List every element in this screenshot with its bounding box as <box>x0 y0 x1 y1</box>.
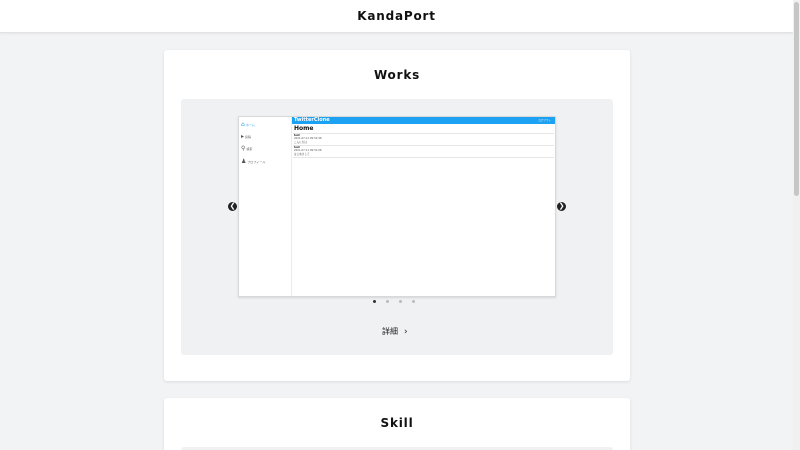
detail-label: 詳細 <box>382 327 398 336</box>
carousel-dots <box>373 300 415 303</box>
slide-post: test 2021-07-11 09:51:08 はじめまして <box>293 145 554 156</box>
slide-divider <box>293 157 554 158</box>
works-section: Works ❮ ⌂ ホーム ▸ 投稿 ⚲ 検索 ♟ プロフィール Twitter… <box>164 50 630 381</box>
chevron-right-icon[interactable]: ❯ <box>557 202 566 211</box>
home-icon: ⌂ <box>241 121 245 128</box>
carousel-dot[interactable] <box>412 300 415 303</box>
search-icon: ⚲ <box>241 145 246 152</box>
slide-app-name: TwitterClone <box>294 117 330 123</box>
skill-title: Skill <box>380 416 414 430</box>
slide-sidebar-item-profile: ♟ プロフィール <box>241 158 266 165</box>
slide-sidebar-item-home: ⌂ ホーム <box>241 121 255 128</box>
slide-post: test 2021-07-11 09:52:48 こんにちは <box>293 133 554 144</box>
chevron-left-icon[interactable]: ❮ <box>228 202 237 211</box>
send-icon: ▸ <box>241 133 245 140</box>
site-brand[interactable]: KandaPort <box>357 9 436 23</box>
carousel-dot[interactable] <box>373 300 376 303</box>
slide-sidebar-item-post: ▸ 投稿 <box>241 133 252 140</box>
site-header: KandaPort <box>0 0 793 33</box>
user-icon: ♟ <box>241 158 247 165</box>
skill-section: Skill <box>164 398 630 450</box>
work-slide-screenshot[interactable]: ⌂ ホーム ▸ 投稿 ⚲ 検索 ♟ プロフィール TwitterClone ログ… <box>238 116 556 297</box>
detail-link[interactable]: 詳細 › <box>382 326 408 337</box>
page-scrollbar[interactable] <box>793 0 800 450</box>
slide-sidebar: ⌂ ホーム ▸ 投稿 ⚲ 検索 ♟ プロフィール <box>239 117 292 296</box>
carousel-dot[interactable] <box>386 300 389 303</box>
carousel-dot[interactable] <box>399 300 402 303</box>
slide-page-title: Home <box>294 125 314 132</box>
scrollbar-thumb[interactable] <box>794 2 799 196</box>
works-carousel: ❮ ⌂ ホーム ▸ 投稿 ⚲ 検索 ♟ プロフィール TwitterClone … <box>181 99 613 355</box>
slide-sidebar-item-search: ⚲ 検索 <box>241 145 253 152</box>
works-title: Works <box>373 68 421 82</box>
slide-app-header: TwitterClone ログアウト <box>292 117 555 124</box>
chevron-right-icon: › <box>404 327 408 337</box>
slide-header-meta: ログアウト <box>538 119 551 122</box>
